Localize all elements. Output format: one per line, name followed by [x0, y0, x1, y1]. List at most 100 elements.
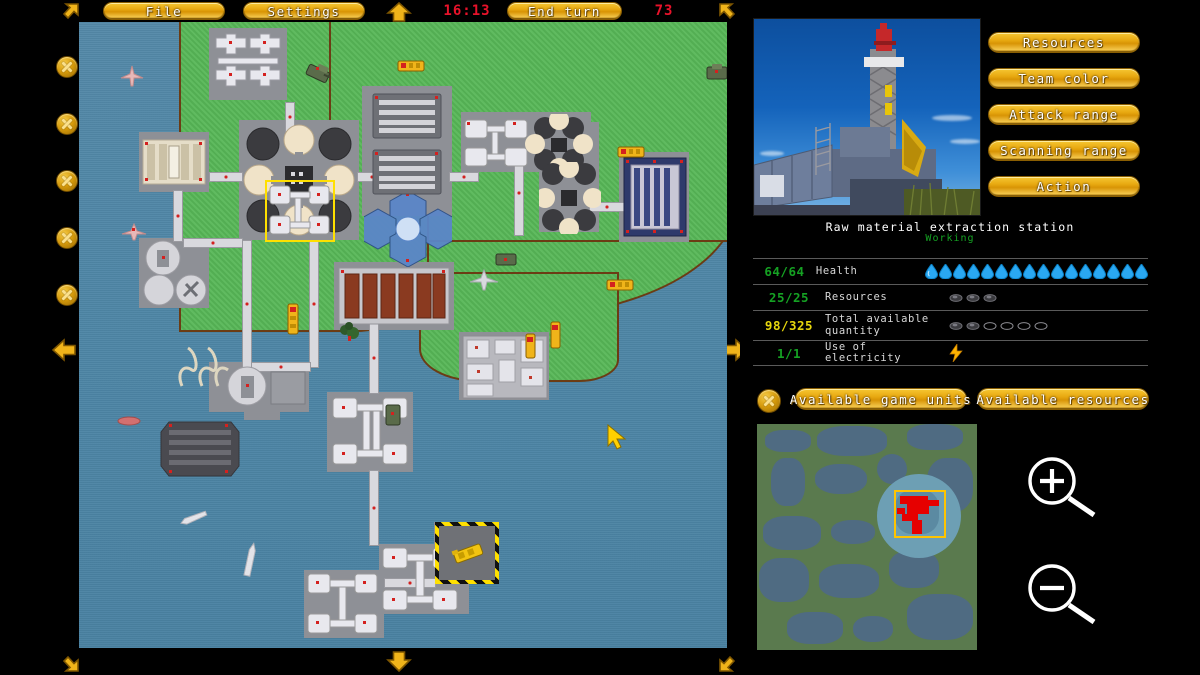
map-unit-crane[interactable] — [285, 302, 301, 340]
map-unit-aircraft[interactable] — [469, 268, 499, 296]
edge-close-button-1[interactable] — [56, 56, 78, 78]
ore-icon — [949, 321, 963, 330]
resources-label: Resources — [825, 290, 888, 303]
available-lists-row: Available game units Available resources — [753, 388, 1149, 414]
water-drop-icon — [1107, 264, 1120, 279]
end-turn-button[interactable]: End turn — [507, 2, 622, 20]
map-building-comm-array[interactable] — [365, 88, 449, 212]
turn-timer: 16:13 — [443, 3, 491, 19]
close-info-panel-button[interactable] — [757, 389, 781, 413]
map-unit-tank[interactable] — [382, 402, 406, 432]
map-unit-ship[interactable] — [179, 510, 209, 530]
game-map-viewport[interactable] — [79, 22, 727, 648]
map-unit-supply-truck[interactable] — [397, 58, 425, 78]
map-unit-supply-truck[interactable] — [606, 277, 634, 297]
zoom-in-button[interactable] — [1024, 455, 1102, 525]
stat-row-total-available: 98/325 Total available quantity — [753, 310, 1148, 340]
world-minimap[interactable] — [757, 424, 977, 650]
file-menu-button[interactable]: File — [103, 2, 225, 20]
minimap-water — [817, 426, 887, 456]
map-building-factory-west[interactable] — [141, 134, 207, 194]
water-drop-icon — [939, 264, 952, 279]
map-building-offshore-platform-3[interactable] — [305, 572, 381, 642]
total-available-icons — [943, 321, 1148, 331]
stat-row-health: 64/64 Health — [753, 258, 1148, 284]
available-resources-button[interactable]: Available resources — [976, 388, 1149, 410]
minimap-water — [765, 430, 811, 452]
electricity-icons — [943, 344, 1148, 362]
team-color-button[interactable]: Team color — [988, 68, 1140, 89]
edge-close-button-3[interactable] — [56, 170, 78, 192]
map-unit-aircraft[interactable] — [121, 222, 147, 246]
ore-icon — [983, 293, 997, 302]
water-drop-icon — [1023, 264, 1036, 279]
minimap-water — [763, 516, 821, 550]
available-game-units-button[interactable]: Available game units — [790, 388, 971, 410]
map-unit-crane[interactable] — [548, 320, 563, 354]
map-building-radar-cluster[interactable] — [141, 240, 209, 312]
edge-close-button-5[interactable] — [56, 284, 78, 306]
settings-menu-button[interactable]: Settings — [243, 2, 365, 20]
map-road — [369, 322, 379, 394]
scroll-down-arrow[interactable] — [386, 650, 412, 672]
action-button[interactable]: Action — [988, 176, 1140, 197]
unit-stats-table: 64/64 Health 25/25 Resources 98/325 Tota… — [753, 258, 1148, 366]
water-drop-icon — [1079, 264, 1092, 279]
edge-close-button-4[interactable] — [56, 227, 78, 249]
map-unit-aircraft[interactable] — [120, 65, 144, 91]
map-unit-construction-vehicle[interactable] — [451, 540, 485, 570]
resources-button[interactable]: Resources — [988, 32, 1140, 53]
map-unit-crane[interactable] — [524, 332, 538, 364]
water-drop-icon — [1135, 264, 1148, 279]
ore-icon-empty — [1000, 321, 1014, 330]
map-building-drydock[interactable] — [159, 418, 241, 484]
minimap-water — [771, 458, 805, 506]
scroll-down-left-arrow[interactable] — [56, 649, 80, 673]
map-building-refinery-south[interactable] — [535, 158, 603, 238]
health-value: 64/64 — [764, 264, 805, 279]
water-drop-icon — [1051, 264, 1064, 279]
minimap-water — [853, 616, 893, 642]
attack-range-button[interactable]: Attack range — [988, 104, 1140, 125]
scroll-down-right-arrow[interactable] — [718, 649, 742, 673]
ore-icon — [949, 293, 963, 302]
preview-drilling-rig — [754, 19, 980, 215]
water-drop-icon — [1037, 264, 1050, 279]
map-road — [309, 240, 319, 368]
ore-icon-empty — [983, 321, 997, 330]
minimap-water — [907, 424, 963, 450]
zoom-out-button[interactable] — [1024, 562, 1102, 632]
map-decor-trees — [339, 322, 361, 346]
ore-icon-empty — [1034, 321, 1048, 330]
scroll-up-arrow[interactable] — [386, 2, 412, 22]
map-unit-tank[interactable] — [704, 62, 727, 88]
stat-row-electricity: 1/1 Use of electricity — [753, 340, 1148, 366]
minimap-water — [759, 558, 809, 602]
game-window: File Settings 16:13 End turn 73 Resource… — [0, 0, 1200, 675]
map-unit-submarine[interactable] — [117, 412, 141, 431]
map-building-crossroads[interactable] — [212, 32, 284, 100]
lightning-bolt-icon — [949, 344, 963, 362]
selected-unit-name: Raw material extraction station — [825, 220, 1075, 234]
map-building-solar-farm[interactable] — [622, 156, 688, 242]
health-icons — [919, 264, 1148, 279]
map-unit-supply-truck[interactable] — [617, 144, 645, 164]
stat-row-resources: 25/25 Resources — [753, 284, 1148, 310]
ore-icon — [966, 321, 980, 330]
scroll-left-arrow[interactable] — [52, 338, 76, 362]
scanning-range-button[interactable]: Scanning range — [988, 140, 1140, 161]
minimap-viewport-box[interactable] — [894, 490, 946, 538]
edge-close-button-2[interactable] — [56, 113, 78, 135]
resources-value: 25/25 — [768, 290, 810, 305]
selected-unit-highlight — [265, 180, 335, 242]
map-unit-tank[interactable] — [304, 62, 332, 88]
map-unit-ship[interactable] — [241, 542, 259, 584]
ore-icon-empty — [1017, 321, 1031, 330]
total-available-value: 98/325 — [764, 318, 814, 333]
water-drop-icon — [1093, 264, 1106, 279]
unit-preview-image — [753, 18, 981, 216]
map-road — [173, 190, 183, 242]
scroll-up-left-arrow[interactable] — [56, 2, 80, 26]
map-structure-pylon-pair[interactable] — [174, 342, 234, 392]
minimap-water — [787, 612, 843, 644]
